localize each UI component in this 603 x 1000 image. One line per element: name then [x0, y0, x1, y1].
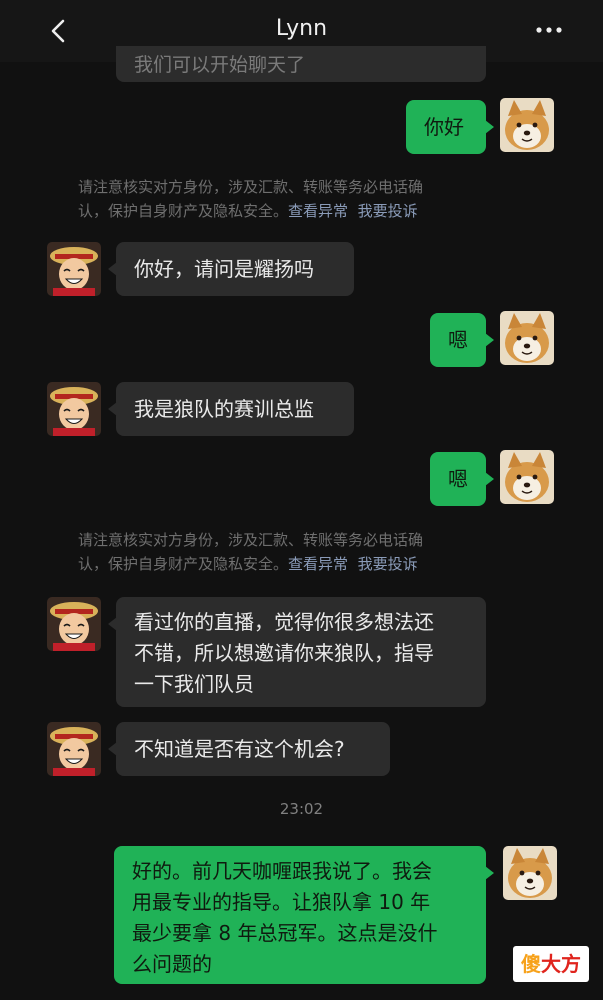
report-link[interactable]: 我要投诉	[358, 555, 418, 573]
cartoon-pirate-avatar	[47, 382, 101, 436]
message-text: 嗯	[448, 328, 468, 352]
message-text: 你好	[424, 115, 464, 139]
message-text: 你好，请问是耀扬吗	[134, 257, 314, 281]
cartoon-pirate-avatar	[47, 597, 101, 651]
notice-text: 认，保护自身财产及隐私安全。	[78, 555, 289, 573]
message-text-line: 不错，所以想邀请你来狼队，指导	[134, 641, 434, 665]
message-text-line: 最少要拿 8 年总冠军。这点是没什	[132, 921, 438, 945]
self-avatar[interactable]	[500, 98, 554, 152]
message-bubble-incoming[interactable]: 不知道是否有这个机会?	[108, 722, 390, 776]
shiba-dog-avatar	[500, 311, 554, 365]
watermark-char: 傻	[521, 952, 541, 976]
report-link[interactable]: 我要投诉	[358, 202, 418, 220]
message-text: 我是狼队的赛训总监	[134, 397, 314, 421]
watermark-char: 大	[541, 952, 561, 976]
security-notice: 请注意核实对方身份，涉及汇款、转账等务必电话确 认，保护自身财产及隐私安全。查看…	[78, 175, 538, 223]
self-avatar[interactable]	[503, 846, 557, 900]
shiba-dog-avatar	[500, 98, 554, 152]
self-avatar[interactable]	[500, 450, 554, 504]
security-notice: 请注意核实对方身份，涉及汇款、转账等务必电话确 认，保护自身财产及隐私安全。查看…	[78, 528, 538, 576]
cartoon-pirate-avatar	[47, 722, 101, 776]
view-anomaly-link[interactable]: 查看异常	[288, 555, 348, 573]
watermark-char: 方	[561, 952, 581, 976]
message-text-line: 用最专业的指导。让狼队拿 10 年	[132, 890, 431, 914]
self-avatar[interactable]	[500, 311, 554, 365]
message-bubble-incoming[interactable]: 我是狼队的赛训总监	[108, 382, 354, 436]
message-text-line: 好的。前几天咖喱跟我说了。我会	[132, 859, 432, 883]
message-bubble-outgoing[interactable]: 嗯	[430, 452, 494, 506]
more-horizontal-icon[interactable]	[535, 20, 563, 40]
contact-avatar[interactable]	[47, 242, 101, 296]
notice-line: 请注意核实对方身份，涉及汇款、转账等务必电话确	[78, 531, 424, 549]
cartoon-pirate-avatar	[47, 242, 101, 296]
contact-avatar[interactable]	[47, 722, 101, 776]
message-bubble-outgoing[interactable]: 好的。前几天咖喱跟我说了。我会 用最专业的指导。让狼队拿 10 年 最少要拿 8…	[114, 846, 494, 984]
shiba-dog-avatar	[500, 450, 554, 504]
contact-avatar[interactable]	[47, 382, 101, 436]
message-text-line: 么问题的	[132, 952, 212, 976]
message-text: 嗯	[448, 467, 468, 491]
message-text: 不知道是否有这个机会?	[134, 737, 345, 761]
message-bubble-outgoing[interactable]: 嗯	[430, 313, 494, 367]
chat-screen: Lynn 我们可以开始聊天了 Lynn 你	[0, 0, 603, 1000]
view-anomaly-link[interactable]: 查看异常	[288, 202, 348, 220]
shiba-dog-avatar	[503, 846, 557, 900]
contact-avatar[interactable]	[47, 597, 101, 651]
message-timestamp: 23:02	[279, 800, 324, 818]
watermark-logo: 傻大方	[513, 946, 589, 982]
header-controls: Lynn	[0, 0, 603, 62]
notice-line: 请注意核实对方身份，涉及汇款、转账等务必电话确	[78, 178, 424, 196]
notice-line: 认，保护自身财产及隐私安全。查看异常 我要投诉	[78, 552, 538, 576]
message-text-line: 看过你的直播，觉得你很多想法还	[134, 610, 434, 634]
notice-line: 认，保护自身财产及隐私安全。查看异常 我要投诉	[78, 199, 538, 223]
message-text-line: 一下我们队员	[134, 672, 254, 696]
message-bubble-incoming[interactable]: 你好，请问是耀扬吗	[108, 242, 354, 296]
notice-text: 认，保护自身财产及隐私安全。	[78, 202, 289, 220]
message-bubble-incoming[interactable]: 看过你的直播，觉得你很多想法还 不错，所以想邀请你来狼队，指导 一下我们队员	[108, 597, 486, 707]
message-bubble-outgoing[interactable]: 你好	[406, 100, 494, 154]
chat-title: Lynn	[275, 16, 328, 41]
